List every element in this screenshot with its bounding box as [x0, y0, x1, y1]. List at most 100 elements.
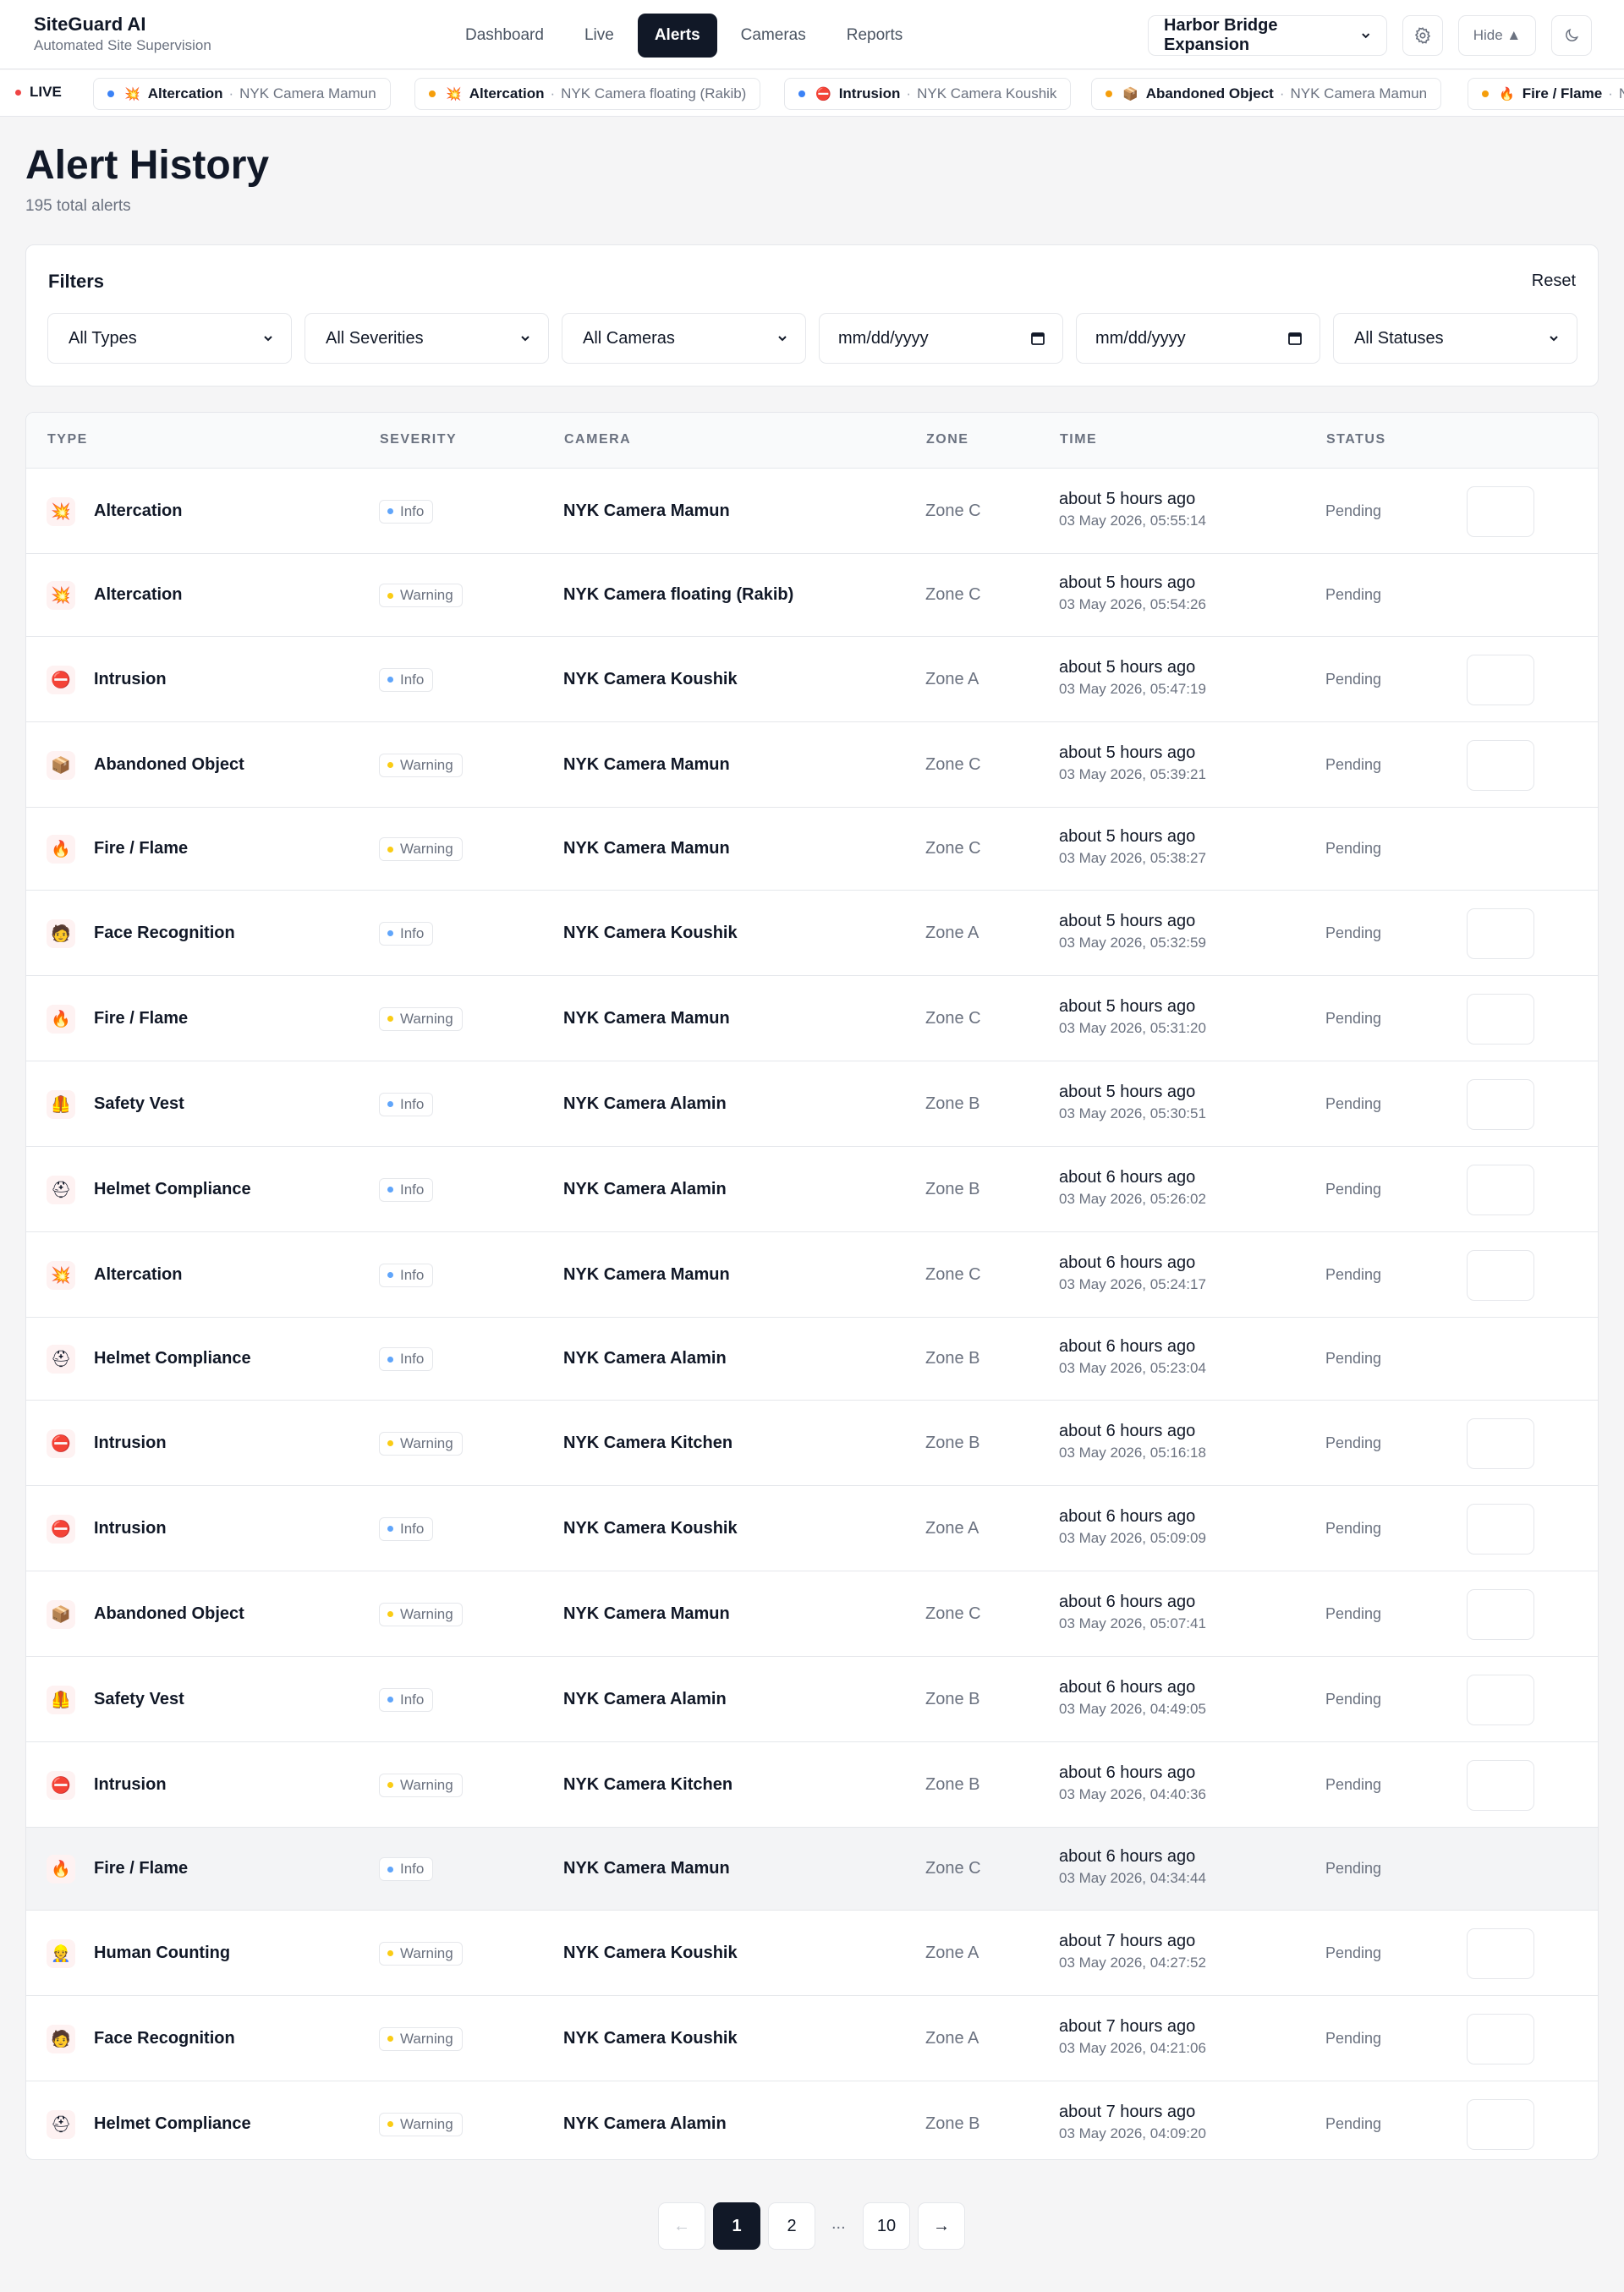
nav-reports[interactable]: Reports: [830, 14, 920, 58]
table-row[interactable]: ⛑ Helmet Compliance Info NYK Camera Alamin Z…: [26, 1318, 1598, 1401]
table-row[interactable]: 💥 Altercation Info NYK Camera Mamun Zone C ab…: [26, 1232, 1598, 1318]
table-row[interactable]: 🦺 Safety Vest Info NYK Camera Alamin Zone B a…: [26, 1061, 1598, 1147]
camera-name: NYK Camera Kitchen: [563, 1433, 733, 1452]
column-header-type[interactable]: TYPE: [47, 432, 88, 447]
table-row[interactable]: ⛔ Intrusion Info NYK Camera Koushik Zone A ab…: [26, 1486, 1598, 1571]
table-row[interactable]: ⛑ Helmet Compliance Info NYK Camera Alamin Z…: [26, 1147, 1598, 1232]
zone: Zone B: [925, 2114, 980, 2133]
row-action-button[interactable]: [1467, 1164, 1534, 1215]
table-row[interactable]: 💥 Altercation Info NYK Camera Mamun Zone C ab…: [26, 469, 1598, 554]
table-row[interactable]: 🔥 Fire / Flame Info NYK Camera Mamun Zone C a…: [26, 1828, 1598, 1911]
row-action-button[interactable]: [1467, 1503, 1534, 1555]
severity-label: Info: [400, 502, 425, 519]
app-subtitle: Automated Site Supervision: [34, 37, 211, 53]
project-select[interactable]: Harbor Bridge Expansion: [1148, 15, 1387, 56]
theme-toggle-button[interactable]: [1551, 15, 1592, 56]
separator: ·: [1608, 85, 1613, 101]
table-row[interactable]: 💥 Altercation Warning NYK Camera floating (…: [26, 554, 1598, 637]
ticker-item[interactable]: ⛔ Intrusion · NYK Camera Koushik: [784, 78, 1072, 110]
relative-time: about 7 hours ago: [1059, 2102, 1196, 2121]
table-row[interactable]: 🧑 Face Recognition Info NYK Camera Koushik Z…: [26, 891, 1598, 976]
next-page-button[interactable]: →: [918, 2202, 965, 2250]
row-action-button[interactable]: [1467, 1588, 1534, 1640]
row-action-button[interactable]: [1467, 1249, 1534, 1301]
table-row[interactable]: ⛔ Intrusion Info NYK Camera Koushik Zone A ab…: [26, 637, 1598, 722]
date-to-input[interactable]: mm/dd/yyyy: [1076, 313, 1320, 364]
column-header-time[interactable]: TIME: [1060, 432, 1097, 447]
severity-label: Warning: [400, 1944, 453, 1961]
page-button-1[interactable]: 1: [713, 2202, 760, 2250]
row-action-button[interactable]: [1467, 993, 1534, 1045]
table-row[interactable]: 🦺 Safety Vest Info NYK Camera Alamin Zone B a…: [26, 1657, 1598, 1742]
camera-name: NYK Camera Alamin: [563, 1689, 727, 1708]
column-header-zone[interactable]: ZONE: [926, 432, 968, 447]
type-filter-select[interactable]: All Types: [47, 313, 292, 364]
ticker-item[interactable]: 💥 Altercation · NYK Camera floating (Rakib): [414, 78, 761, 110]
ticker-item[interactable]: 💥 Altercation · NYK Camera Mamun: [93, 78, 391, 110]
zone: Zone C: [925, 754, 981, 774]
calendar-icon[interactable]: [1030, 331, 1045, 346]
table-row[interactable]: 🔥 Fire / Flame Warning NYK Camera Mamun Zone…: [26, 808, 1598, 891]
separator: ·: [550, 85, 556, 101]
column-header-camera[interactable]: CAMERA: [564, 432, 631, 447]
reset-filters-button[interactable]: Reset: [1532, 271, 1576, 291]
nav-dashboard[interactable]: Dashboard: [448, 14, 561, 58]
ticker-item[interactable]: 📦 Abandoned Object · NYK Camera Mamun: [1091, 78, 1442, 110]
hide-ticker-button[interactable]: Hide ▲: [1458, 15, 1536, 56]
alert-type: Abandoned Object: [94, 754, 244, 774]
table-row[interactable]: ⛔ Intrusion Warning NYK Camera Kitchen Zone …: [26, 1742, 1598, 1828]
row-action-button[interactable]: [1467, 1078, 1534, 1130]
table-row[interactable]: 🔥 Fire / Flame Warning NYK Camera Mamun Zone…: [26, 976, 1598, 1061]
row-action-button[interactable]: [1467, 485, 1534, 537]
row-action-button[interactable]: [1467, 1759, 1534, 1811]
severity-filter-select[interactable]: All Severities: [304, 313, 549, 364]
severity-label: Info: [400, 924, 425, 941]
severity-dot-icon: [387, 846, 393, 853]
table-row[interactable]: 👷 Human Counting Warning NYK Camera Koushik…: [26, 1911, 1598, 1996]
row-action-button[interactable]: [1467, 907, 1534, 959]
alert-type-icon: 📦: [47, 1599, 75, 1629]
severity-label: Info: [400, 1861, 425, 1877]
table-row[interactable]: 📦 Abandoned Object Warning NYK Camera Mamun…: [26, 1571, 1598, 1657]
brand[interactable]: SiteGuard AI Automated Site Supervision: [34, 14, 211, 54]
alert-type: Helmet Compliance: [94, 2114, 251, 2133]
severity-label: Info: [400, 1095, 425, 1112]
prev-page-button[interactable]: ←: [658, 2202, 705, 2250]
nav-live[interactable]: Live: [568, 14, 631, 58]
status: Pending: [1325, 1009, 1382, 1027]
alert-type: Altercation: [94, 585, 183, 604]
alert-type-icon: ⛔: [47, 1428, 75, 1458]
table-row[interactable]: 📦 Abandoned Object Warning NYK Camera Mamun…: [26, 722, 1598, 808]
severity-badge: Warning: [379, 2112, 463, 2136]
status: Pending: [1325, 2029, 1382, 2047]
column-header-status[interactable]: STATUS: [1326, 432, 1386, 447]
row-action-button[interactable]: [1467, 1417, 1534, 1469]
severity-dot-icon: [387, 1866, 393, 1873]
page-button-2[interactable]: 2: [768, 2202, 815, 2250]
row-action-button[interactable]: [1467, 1674, 1534, 1725]
status: Pending: [1325, 1350, 1382, 1367]
nav-alerts[interactable]: Alerts: [637, 14, 717, 58]
row-action-button[interactable]: [1467, 2013, 1534, 2064]
ticker-item[interactable]: 🔥 Fire / Flame · NYK Camera Mamun: [1468, 78, 1624, 110]
camera-filter-select[interactable]: All Cameras: [562, 313, 806, 364]
table-row[interactable]: ⛑ Helmet Compliance Warning NYK Camera Alam…: [26, 2081, 1598, 2159]
live-indicator: LIVE: [15, 84, 62, 101]
row-action-button[interactable]: [1467, 739, 1534, 791]
row-action-button[interactable]: [1467, 654, 1534, 705]
date-from-input[interactable]: mm/dd/yyyy: [819, 313, 1063, 364]
page-button-10[interactable]: 10: [863, 2202, 910, 2250]
alert-type: Abandoned Object: [94, 1604, 244, 1623]
row-action-button[interactable]: [1467, 2098, 1534, 2150]
status-filter-select[interactable]: All Statuses: [1333, 313, 1577, 364]
column-header-severity[interactable]: SEVERITY: [380, 432, 457, 447]
table-row[interactable]: ⛔ Intrusion Warning NYK Camera Kitchen Zone …: [26, 1401, 1598, 1486]
relative-time: about 6 hours ago: [1059, 1253, 1196, 1272]
alert-time: about 5 hours ago 03 May 2026, 05:55:14: [1059, 490, 1206, 529]
calendar-icon[interactable]: [1287, 331, 1303, 346]
zone: Zone A: [925, 923, 979, 942]
settings-button[interactable]: [1402, 15, 1443, 56]
table-row[interactable]: 🧑 Face Recognition Warning NYK Camera Koush…: [26, 1996, 1598, 2081]
row-action-button[interactable]: [1467, 1927, 1534, 1979]
nav-cameras[interactable]: Cameras: [724, 14, 823, 58]
